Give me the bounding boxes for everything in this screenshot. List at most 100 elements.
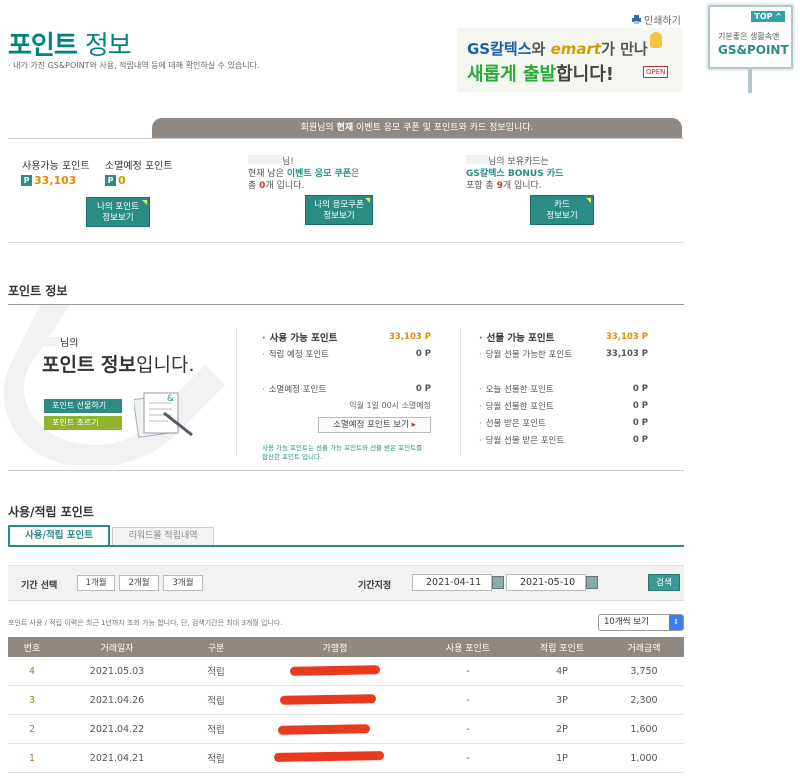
card-info-button[interactable]: 카드 정보보기 [530, 195, 594, 225]
period-3m-button[interactable]: 3개월 [163, 575, 203, 591]
strip-pre: 회원님의 [300, 123, 334, 133]
cell-type: 적립 [207, 725, 225, 736]
coupon-line2-pre: 총 [248, 181, 257, 191]
page-title-bold: 포인트 [8, 31, 78, 61]
sign-line1: 기분좋은 생활속엔 [718, 32, 780, 41]
calendar-icon[interactable] [492, 576, 504, 589]
point-info-title: 포인트 정보 [8, 284, 68, 298]
expiring-points-label: 소멸예정 포인트 [105, 161, 173, 172]
table-row: 4 2021.05.03 적립 - 4P 3,750 [8, 657, 684, 686]
view-expiring-points-button[interactable]: 소멸예정 포인트 보기 ▸ [318, 417, 431, 433]
welcome-line1: 님의 [42, 334, 78, 349]
row-value: 0 P [632, 383, 648, 394]
usable-points-list: 사용 가능 포인트 33,103 P 적립 예정 포인트 0 P [262, 328, 431, 362]
table-row: 1 2021.04.21 적립 - 1P 1,000 [8, 744, 684, 773]
available-points-label: 사용가능 포인트 [22, 161, 90, 172]
select-arrows-icon: ⇕ [669, 615, 683, 630]
sign-board: TOP ^ 기분좋은 생활속엔 GS&POINT [708, 5, 793, 69]
my-points-button[interactable]: 나의 포인트 정보보기 [86, 197, 150, 227]
date-from-input[interactable]: 2021-04-11 [412, 574, 492, 591]
available-points: P 33,103 [21, 174, 76, 187]
cell-date: 2021.04.21 [89, 752, 145, 764]
row-value: 33,103 P [606, 331, 648, 342]
row-label: 오늘 선물한 포인트 [479, 383, 554, 395]
banner-headline-green: 새롭게 출발 [467, 64, 557, 85]
cell-used: - [466, 752, 470, 764]
card-greeting: 님의 보유카드는 [488, 157, 549, 167]
strip-divider [8, 138, 684, 139]
row-label: 적립 예정 포인트 [262, 348, 329, 360]
card-name: GS칼텍스 BONUS 카드 [466, 169, 564, 179]
row-label: 당월 선물 받은 포인트 [479, 434, 565, 446]
monthly-giftable-row: 당월 선물 가능한 포인트 33,103 P [479, 345, 648, 362]
info-strip: 회원님의 현재 이벤트 응모 쿠폰 및 포인트와 카드 정보입니다. [152, 118, 682, 138]
point-badge-icon: P [105, 175, 116, 186]
gift-points-button[interactable]: 포인트 선물하기 [44, 399, 122, 413]
point-badge-icon: P [21, 175, 32, 186]
row-label: 소멸예정 포인트 [262, 383, 326, 395]
print-button[interactable]: 인쇄하기 [632, 12, 681, 27]
cell-amount: 3,750 [630, 665, 658, 677]
gift-row: 당월 선물한 포인트 0 P [479, 397, 648, 414]
cell-no: 3 [28, 694, 36, 706]
strip-bold: 현재 [336, 123, 354, 133]
promo-banner[interactable]: GS칼텍스와 emart가 만나 새롭게 출발합니다! OPEN [457, 28, 683, 92]
pending-points-row: 적립 예정 포인트 0 P [262, 345, 431, 362]
tab-use-earn-points[interactable]: 사용/적립 포인트 [8, 525, 110, 545]
expiring-points: P0 [105, 174, 126, 187]
coupon-line2-post: 개 입니다. [265, 181, 305, 191]
date-to-input[interactable]: 2021-05-10 [506, 574, 586, 591]
gift-history-list: 오늘 선물한 포인트 0 P 당월 선물한 포인트 0 P 선물 받은 포인트 … [479, 380, 648, 448]
cell-amount: 2,300 [630, 694, 658, 706]
col-type: 구분 [207, 643, 225, 654]
cell-amount: 1,000 [630, 752, 658, 764]
page-size-select[interactable]: 10개씩 보기 ⇕ [598, 614, 684, 631]
redaction-mark [279, 694, 377, 705]
my-coupons-button[interactable]: 나의 응모쿠폰 정보보기 [305, 195, 373, 225]
banner-connector2: 가 만나 [601, 40, 648, 58]
cell-date: 2021.05.03 [89, 665, 145, 677]
row-value: 0 P [415, 383, 431, 394]
coupon-btn-line2: 정보보기 [323, 211, 355, 221]
col-no: 번호 [23, 643, 41, 654]
top-label: TOP [754, 12, 773, 21]
request-points-button[interactable]: 포인트 조르기 [44, 416, 122, 430]
available-points-value: 33,103 [34, 174, 77, 187]
point-info-bottom-line [8, 470, 684, 471]
page: 포인트 정보 · 내가 가진 GS&POINT와 사용, 적립내역 등에 대해 … [0, 0, 800, 780]
calendar-icon[interactable] [586, 576, 598, 589]
cell-type: 적립 [207, 754, 225, 765]
row-value: 33,103 P [606, 348, 648, 359]
cell-earned: 2P [556, 723, 568, 735]
tab-underline [8, 545, 684, 547]
row-value: 0 P [632, 417, 648, 428]
col-used: 사용 포인트 [445, 643, 491, 654]
redacted-name [466, 155, 488, 164]
svg-text:&: & [167, 394, 174, 404]
coupon-line1-bold: 이벤트 응모 쿠폰 [286, 169, 352, 179]
cell-used: - [466, 723, 470, 735]
col-amount: 거래금액 [627, 643, 661, 654]
cell-earned: 1P [556, 752, 568, 764]
banner-connector1: 와 [531, 40, 546, 58]
lightbulb-icon [650, 32, 662, 48]
period-1m-button[interactable]: 1개월 [77, 575, 115, 591]
sign-line2: GS&POINT [718, 43, 789, 57]
cell-no: 2 [28, 723, 36, 735]
period-2m-button[interactable]: 2개월 [119, 575, 159, 591]
card-btn-line1: 카드 [554, 200, 570, 210]
usable-points-row: 사용 가능 포인트 33,103 P [262, 328, 431, 345]
gs-point-sign[interactable]: TOP ^ 기분좋은 생활속엔 GS&POINT [708, 5, 793, 93]
expiring-points-list: 소멸예정 포인트 0 P [262, 380, 431, 397]
row-value: 0 P [632, 434, 648, 445]
row-value: 0 P [415, 348, 431, 359]
cell-type: 적립 [207, 667, 225, 678]
cell-no: 4 [28, 665, 36, 677]
expiring-points-value: 0 [118, 174, 126, 187]
tab-reward-mall[interactable]: 리워드몰 적립내역 [112, 527, 214, 545]
search-button[interactable]: 검색 [648, 574, 680, 591]
cell-date: 2021.04.26 [89, 694, 145, 706]
gift-row: 오늘 선물한 포인트 0 P [479, 380, 648, 397]
top-button[interactable]: TOP ^ [751, 11, 785, 22]
banner-line2: 새롭게 출발합니다! [467, 60, 614, 86]
